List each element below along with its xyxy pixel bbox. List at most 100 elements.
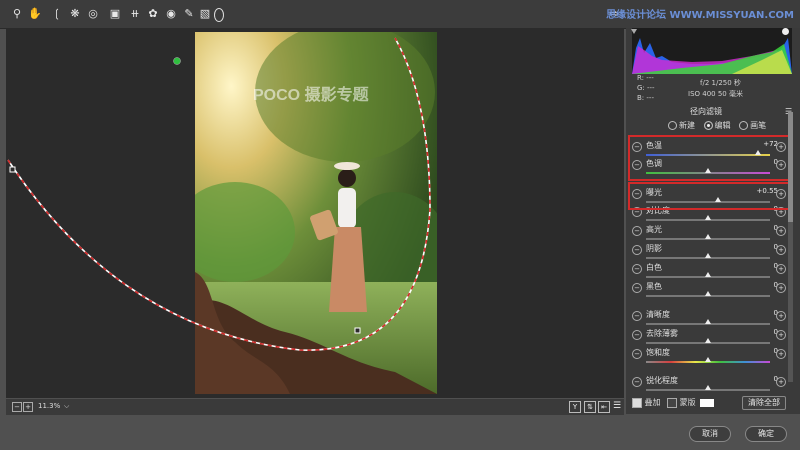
ok-button[interactable]: 确定 [745, 426, 787, 442]
zoom-in-icon[interactable]: + [23, 402, 33, 412]
slider-label: 饱和度 [646, 348, 670, 357]
slider-thumb[interactable] [705, 338, 711, 343]
mode-radio-group: 新建 编辑 画笔 [668, 120, 766, 131]
slider-row: − 锐化程度 0 + [628, 375, 788, 393]
top-toolbar: ⚲ ✋ ❲ ❋ ◎ ▣ ⧺ ✿ ◉ ✎ ▧ ⇨ 思缘设计论坛 WWW.MISSY… [0, 0, 800, 29]
decrease-icon[interactable]: − [632, 264, 642, 274]
slider-label: 清晰度 [646, 310, 670, 319]
zoom-out-icon[interactable]: − [12, 402, 22, 412]
radial-filter-icon[interactable] [214, 8, 224, 22]
white-balance-icon[interactable]: ❲ [50, 7, 64, 21]
decrease-icon[interactable]: − [632, 377, 642, 387]
slider-thumb[interactable] [705, 215, 711, 220]
slider-thumb[interactable] [705, 385, 711, 390]
slider-value[interactable]: 0 [728, 328, 778, 336]
hand-icon[interactable]: ✋ [28, 7, 42, 21]
slider-value[interactable]: 0 [728, 224, 778, 232]
slider-row: − 高光 0 + [628, 224, 788, 242]
slider-row: − 黑色 0 + [628, 281, 788, 299]
swap-before-after-icon[interactable]: ⇅ [584, 401, 596, 413]
iso-focal: ISO 400 50 毫米 [688, 90, 743, 98]
redeye-icon[interactable]: ◉ [164, 7, 178, 21]
increase-icon[interactable]: + [776, 377, 786, 387]
overlay-mask-controls: 叠加 蒙版 [632, 397, 715, 408]
slider-label: 高光 [646, 225, 662, 234]
clear-all-button[interactable]: 清除全部 [742, 396, 786, 410]
radial-handle-left[interactable] [6, 160, 14, 172]
zoom-icon[interactable]: ⚲ [10, 7, 24, 21]
photo-preview[interactable]: POCO 摄影专题 [195, 32, 437, 394]
radial-center-pin[interactable] [173, 57, 182, 66]
slider-value[interactable]: 0 [728, 347, 778, 355]
preview-settings-icon[interactable]: ☰ [612, 401, 622, 411]
increase-icon[interactable]: + [776, 226, 786, 236]
copy-settings-icon[interactable]: ⇤ [598, 401, 610, 413]
increase-icon[interactable]: + [776, 245, 786, 255]
zoom-level[interactable]: 11.3% [38, 402, 60, 410]
decrease-icon[interactable]: − [632, 226, 642, 236]
overlay-checkbox[interactable]: 叠加 [632, 397, 661, 408]
slider-row: − 白色 0 + [628, 262, 788, 280]
slider-value[interactable]: 0 [728, 281, 778, 289]
mode-new[interactable]: 新建 [668, 121, 695, 130]
readout-g: G: --- [637, 84, 655, 92]
mask-color-swatch[interactable] [700, 398, 715, 407]
checkbox-icon [667, 397, 678, 408]
slider-label: 阴影 [646, 244, 662, 253]
slider-value[interactable]: 0 [728, 262, 778, 270]
mask-checkbox[interactable]: 蒙版 [667, 397, 696, 408]
slider-thumb[interactable] [705, 253, 711, 258]
panel-scrollbar-thumb[interactable] [788, 112, 793, 222]
histogram [632, 28, 792, 74]
slider-thumb[interactable] [705, 234, 711, 239]
increase-icon[interactable]: + [776, 349, 786, 359]
decrease-icon[interactable]: − [632, 311, 642, 321]
spot-removal-icon[interactable]: ✿ [146, 7, 160, 21]
decrease-icon[interactable]: − [632, 283, 642, 293]
target-adjust-icon[interactable]: ◎ [86, 7, 100, 21]
radio-icon [739, 121, 749, 130]
slider-thumb[interactable] [705, 357, 711, 362]
increase-icon[interactable]: + [776, 311, 786, 321]
cancel-button[interactable]: 取消 [689, 426, 731, 442]
decrease-icon[interactable]: − [632, 349, 642, 359]
zoom-dropdown-icon[interactable]: ⌵ [64, 402, 69, 411]
radio-icon [668, 121, 677, 130]
decrease-icon[interactable]: − [632, 330, 642, 340]
decrease-icon[interactable]: − [632, 245, 642, 255]
slider-label: 锐化程度 [646, 376, 678, 385]
color-sampler-icon[interactable]: ❋ [68, 7, 82, 21]
readout-r: R: --- [637, 74, 654, 82]
slider-value[interactable]: 0 [728, 243, 778, 251]
site-watermark: 思缘设计论坛 WWW.MISSYUAN.COM [606, 10, 794, 21]
slider-thumb[interactable] [705, 272, 711, 277]
highlight-box-exposure [628, 182, 790, 210]
mode-edit[interactable]: 编辑 [703, 121, 731, 130]
slider-label: 去除薄雾 [646, 329, 678, 338]
slider-row: − 去除薄雾 0 + [628, 328, 788, 346]
highlight-box-temp-tint [628, 135, 790, 181]
increase-icon[interactable]: + [776, 330, 786, 340]
shadow-clip-icon[interactable] [631, 29, 637, 34]
adjustment-brush-icon[interactable]: ✎ [182, 7, 196, 21]
aperture-shutter: f/2 1/250 秒 [700, 79, 741, 87]
status-bar: − + 11.3% ⌵ Y ⇅ ⇤ ☰ [6, 399, 624, 415]
increase-icon[interactable]: + [776, 264, 786, 274]
slider-thumb[interactable] [705, 291, 711, 296]
photo-watermark: POCO 摄影专题 [253, 85, 370, 104]
slider-row: − 阴影 0 + [628, 243, 788, 261]
slider-label: 黑色 [646, 282, 662, 291]
highlight-clip-icon[interactable] [782, 28, 789, 35]
crop-icon[interactable]: ▣ [108, 7, 122, 21]
checkbox-checked-icon [632, 397, 642, 408]
readout-b: B: --- [637, 94, 654, 102]
graduated-filter-icon[interactable]: ▧ [198, 7, 212, 21]
mode-brush[interactable]: 画笔 [739, 121, 766, 130]
slider-value[interactable]: 0 [728, 375, 778, 383]
straighten-icon[interactable]: ⧺ [128, 7, 142, 21]
radio-selected-icon [703, 121, 713, 130]
slider-value[interactable]: 0 [728, 309, 778, 317]
slider-thumb[interactable] [705, 319, 711, 324]
before-after-y-icon[interactable]: Y [569, 401, 581, 413]
increase-icon[interactable]: + [776, 283, 786, 293]
